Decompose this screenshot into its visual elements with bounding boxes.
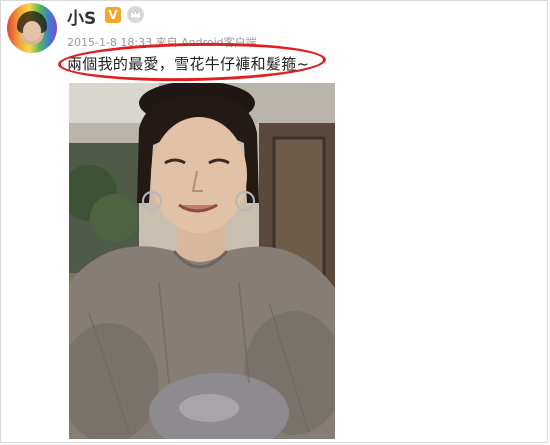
avatar-face — [23, 21, 41, 41]
crown-icon — [127, 6, 144, 23]
avatar[interactable] — [7, 3, 57, 53]
weibo-post-card: 小S V 2015-1-8 18:33 来自 Android客户端 兩個我的最愛… — [0, 0, 548, 443]
verified-badge-icon: V — [105, 7, 121, 23]
username[interactable]: 小S — [67, 4, 96, 29]
post-photo[interactable] — [69, 83, 335, 439]
